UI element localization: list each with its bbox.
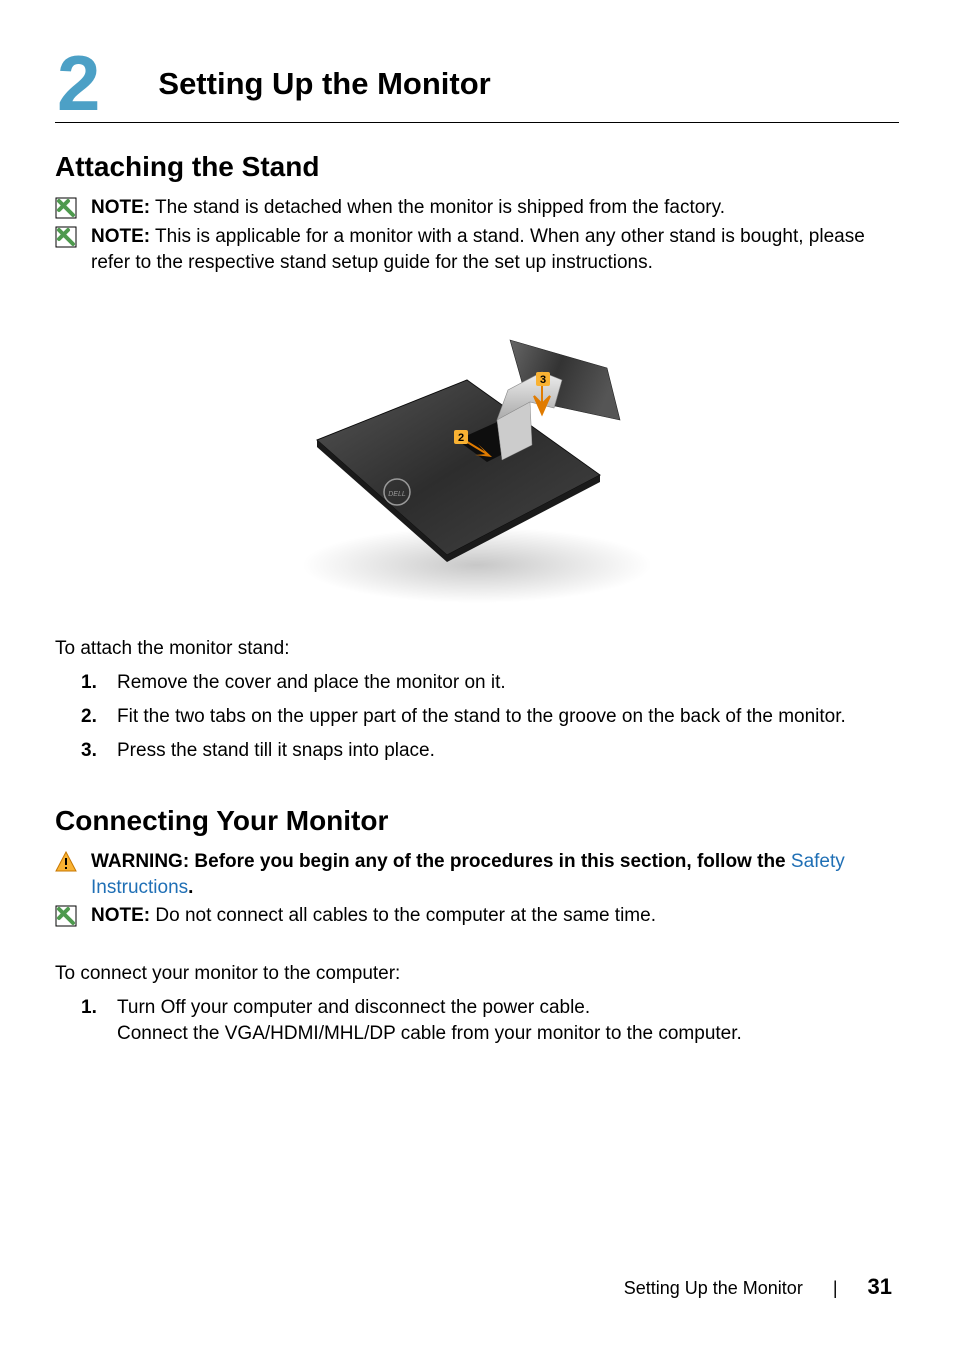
footer-section-name: Setting Up the Monitor <box>624 1278 803 1299</box>
step-text: Fit the two tabs on the upper part of th… <box>117 704 899 730</box>
note-detached: NOTE: The stand is detached when the mon… <box>55 195 899 221</box>
chapter-header: 2 Setting Up the Monitor <box>55 50 899 123</box>
note-label: NOTE: <box>91 197 150 218</box>
stand-attach-diagram: DELL 3 2 <box>55 310 899 606</box>
list-item: 3. Press the stand till it snaps into pl… <box>81 738 899 764</box>
warning-text: WARNING: Before you begin any of the pro… <box>91 851 791 872</box>
list-item: 1. Remove the cover and place the monito… <box>81 670 899 696</box>
chapter-title: Setting Up the Monitor <box>158 66 490 102</box>
list-item: 1. Turn Off your computer and disconnect… <box>81 995 899 1047</box>
step-text: Turn Off your computer and disconnect th… <box>117 995 899 1047</box>
page-footer: Setting Up the Monitor | 31 <box>624 1274 892 1300</box>
connect-intro: To connect your monitor to the computer: <box>55 963 899 985</box>
note-cables: NOTE: Do not connect all cables to the c… <box>55 903 899 929</box>
list-item: 2. Fit the two tabs on the upper part of… <box>81 704 899 730</box>
note-icon <box>55 197 91 219</box>
note-label: NOTE: <box>91 226 150 247</box>
step-number: 1. <box>81 995 117 1021</box>
attach-intro: To attach the monitor stand: <box>55 638 899 660</box>
section-attaching-stand-title: Attaching the Stand <box>55 151 899 183</box>
note-icon <box>55 226 91 248</box>
attach-steps: 1. Remove the cover and place the monito… <box>55 670 899 765</box>
connect-steps: 1. Turn Off your computer and disconnect… <box>55 995 899 1047</box>
note-text: Do not connect all cables to the compute… <box>150 905 656 926</box>
warning-icon <box>55 851 91 873</box>
svg-text:3: 3 <box>540 374 546 386</box>
step-number: 3. <box>81 738 117 764</box>
step-number: 2. <box>81 704 117 730</box>
section-connecting-title: Connecting Your Monitor <box>55 805 899 837</box>
svg-text:DELL: DELL <box>388 491 406 498</box>
warning-dot: . <box>188 877 193 898</box>
step-number: 1. <box>81 670 117 696</box>
step-text: Press the stand till it snaps into place… <box>117 738 899 764</box>
footer-divider: | <box>833 1278 838 1299</box>
step-text: Remove the cover and place the monitor o… <box>117 670 899 696</box>
note-label: NOTE: <box>91 905 150 926</box>
page-number: 31 <box>868 1274 892 1300</box>
note-text: The stand is detached when the monitor i… <box>150 197 725 218</box>
note-applicable: NOTE: This is applicable for a monitor w… <box>55 224 899 276</box>
warning-row: WARNING: Before you begin any of the pro… <box>55 849 899 901</box>
svg-text:2: 2 <box>458 432 464 444</box>
note-icon <box>55 905 91 927</box>
note-text: This is applicable for a monitor with a … <box>91 226 865 273</box>
chapter-number: 2 <box>57 50 100 116</box>
